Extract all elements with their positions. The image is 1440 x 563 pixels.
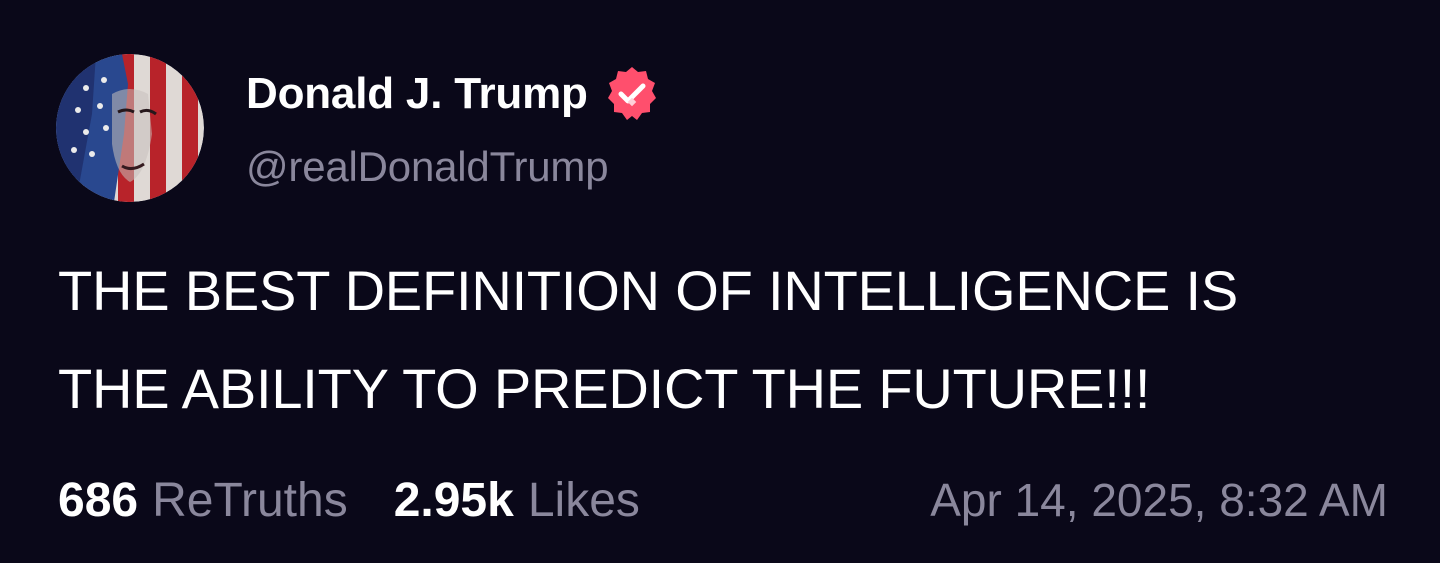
post-stats: 686 ReTruths 2.95k Likes Apr 14, 2025, 8… [58,468,1388,532]
verified-badge-icon [602,64,662,124]
retruths-count: 686 [58,473,139,527]
retruths-stat[interactable]: 686 ReTruths [58,473,348,528]
author-handle[interactable]: @realDonaldTrump [246,143,609,191]
likes-stat[interactable]: 2.95k Likes [394,473,640,528]
post-body: THE BEST DEFINITION OF INTELLIGENCE IS T… [58,242,1398,438]
likes-count: 2.95k [393,473,514,527]
post-timestamp[interactable]: Apr 14, 2025, 8:32 AM [930,473,1388,527]
post-card: Donald J. Trump @realDonaldTrump THE BES… [0,0,1440,563]
avatar-image [56,54,204,202]
post-body-line: THE ABILITY TO PREDICT THE FUTURE!!! [58,357,1151,420]
author-avatar[interactable] [56,54,204,202]
author-display-name[interactable]: Donald J. Trump [246,69,588,119]
likes-label: Likes [527,473,640,527]
post-body-line: THE BEST DEFINITION OF INTELLIGENCE IS [58,259,1238,322]
retruths-label: ReTruths [152,473,348,527]
author-name-row: Donald J. Trump [246,64,662,124]
